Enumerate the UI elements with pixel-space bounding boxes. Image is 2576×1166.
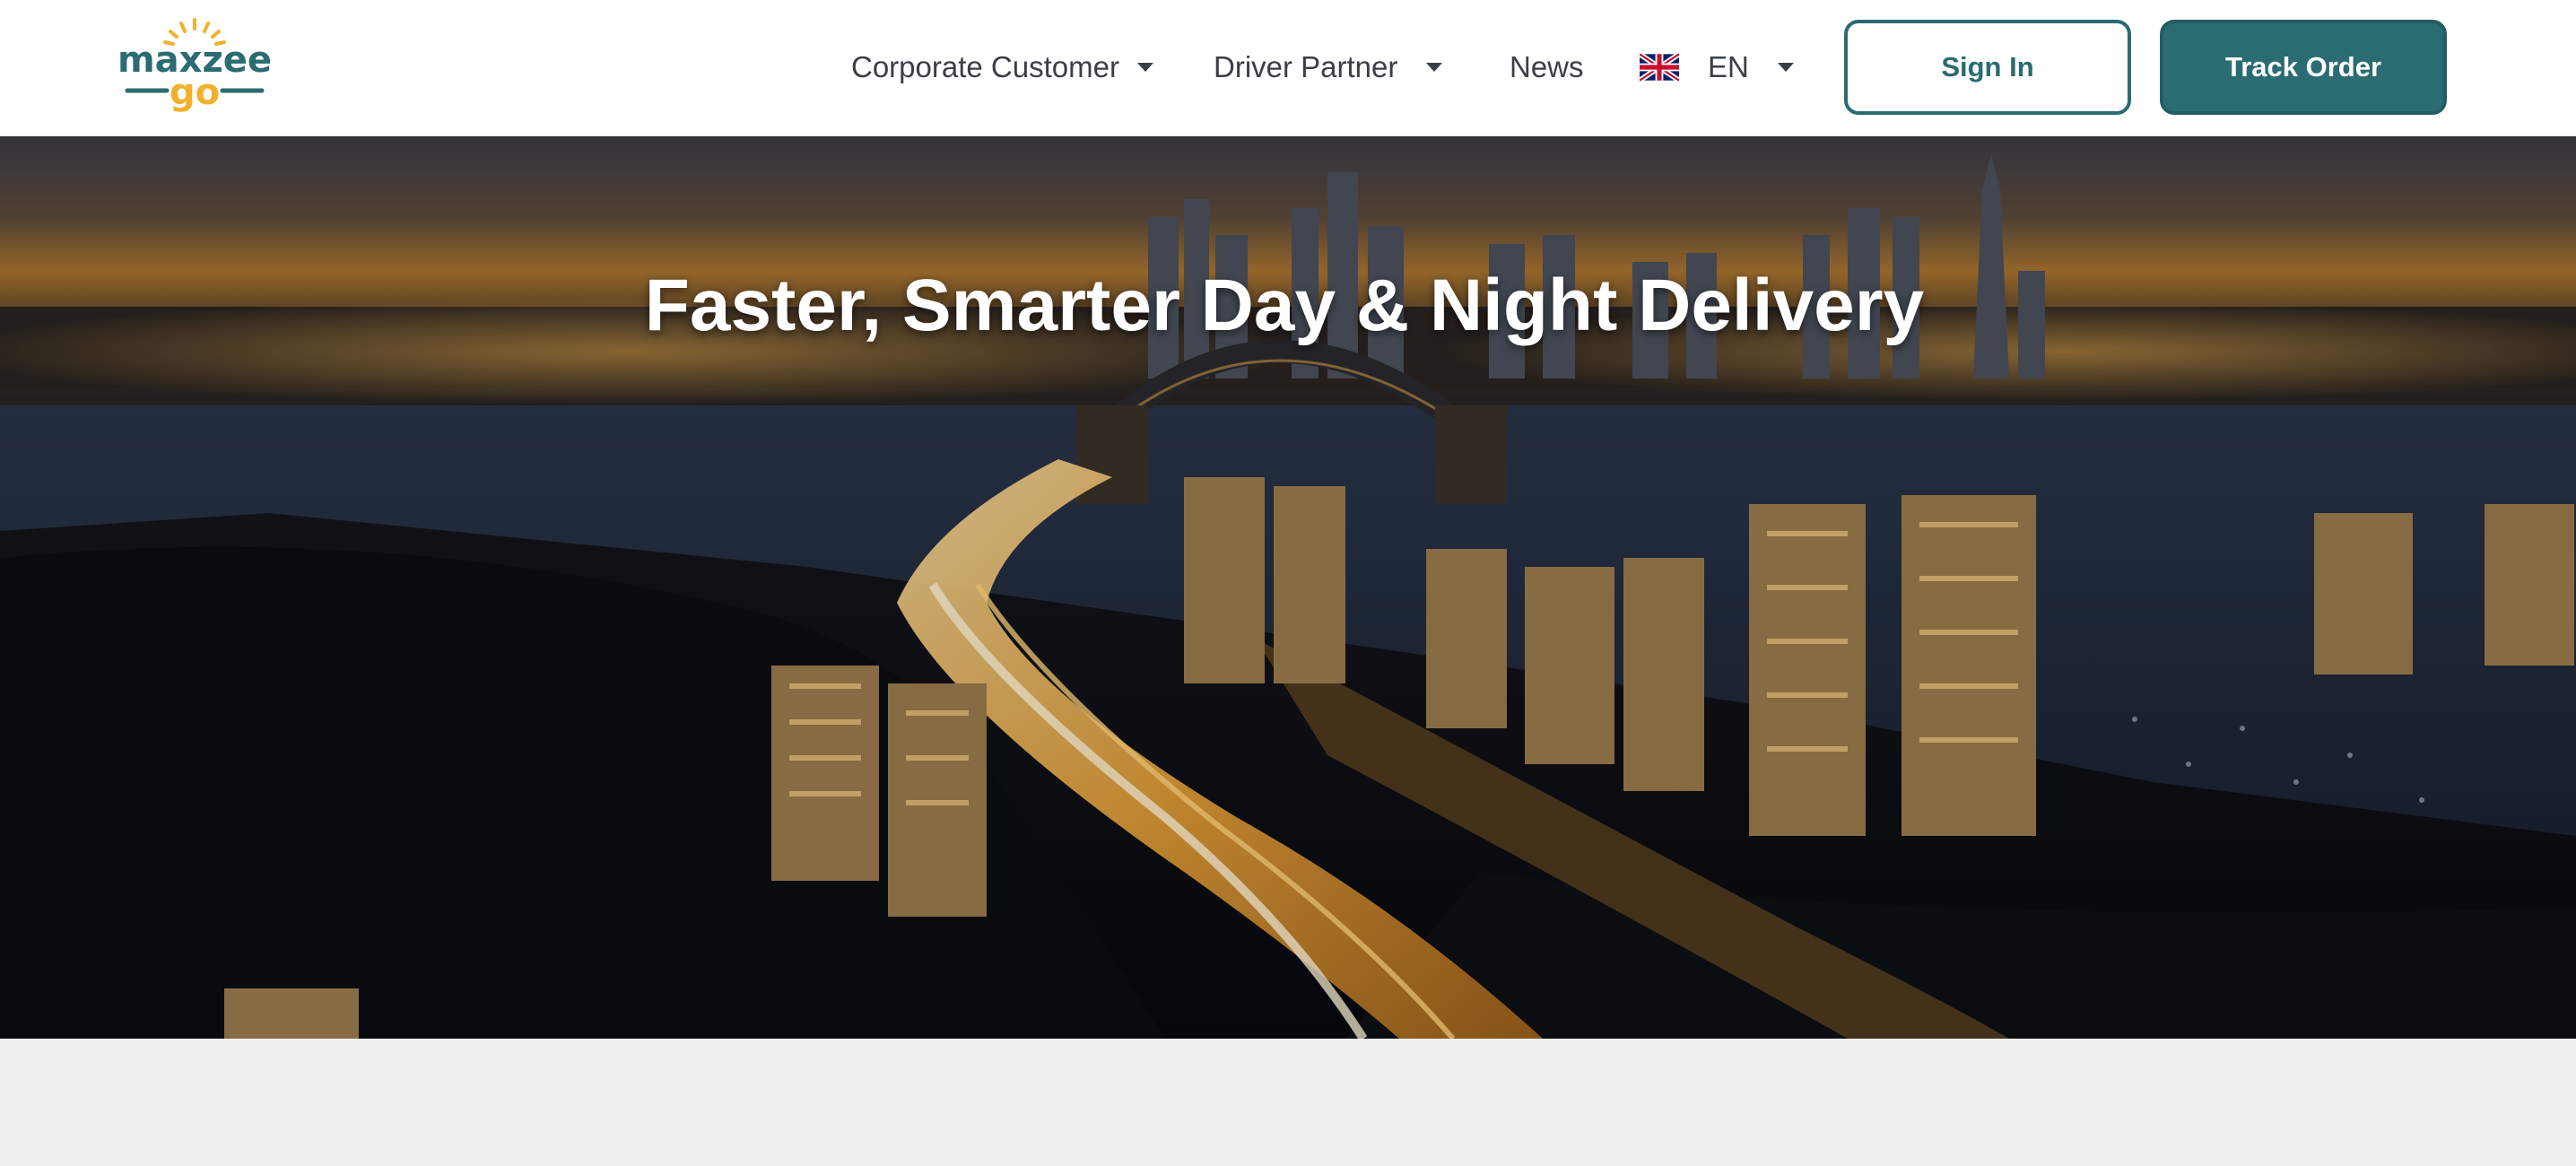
content-area	[0, 1039, 2576, 1166]
chevron-down-icon	[1136, 63, 1153, 72]
hero-banner: Faster, Smarter Day & Night Delivery	[0, 136, 2576, 1039]
language-selector[interactable]: EN	[1640, 45, 1794, 90]
nav-driver-partner-label: Driver Partner	[1214, 50, 1398, 83]
logo-go: go	[170, 72, 220, 113]
hero-title: Faster, Smarter Day & Night Delivery	[644, 265, 1925, 346]
track-order-button[interactable]: Track Order	[2160, 20, 2447, 115]
nav-corporate-customer[interactable]: Corporate Customer	[851, 45, 1153, 90]
nav-corporate-customer-label: Corporate Customer	[851, 50, 1119, 83]
chevron-down-icon	[1426, 63, 1443, 72]
nav-driver-partner[interactable]: Driver Partner	[1214, 45, 1443, 90]
maxzee-go-logo[interactable]: maxzee go	[118, 16, 271, 117]
uk-flag-icon	[1640, 53, 1679, 82]
navbar: maxzee go Corporate Customer Driver Part…	[0, 0, 2576, 136]
language-label: EN	[1708, 50, 1749, 83]
nav-news[interactable]: News	[1510, 45, 1584, 90]
nav-news-label: News	[1510, 50, 1584, 83]
chevron-down-icon	[1777, 63, 1794, 72]
sign-in-button[interactable]: Sign In	[1844, 20, 2131, 115]
